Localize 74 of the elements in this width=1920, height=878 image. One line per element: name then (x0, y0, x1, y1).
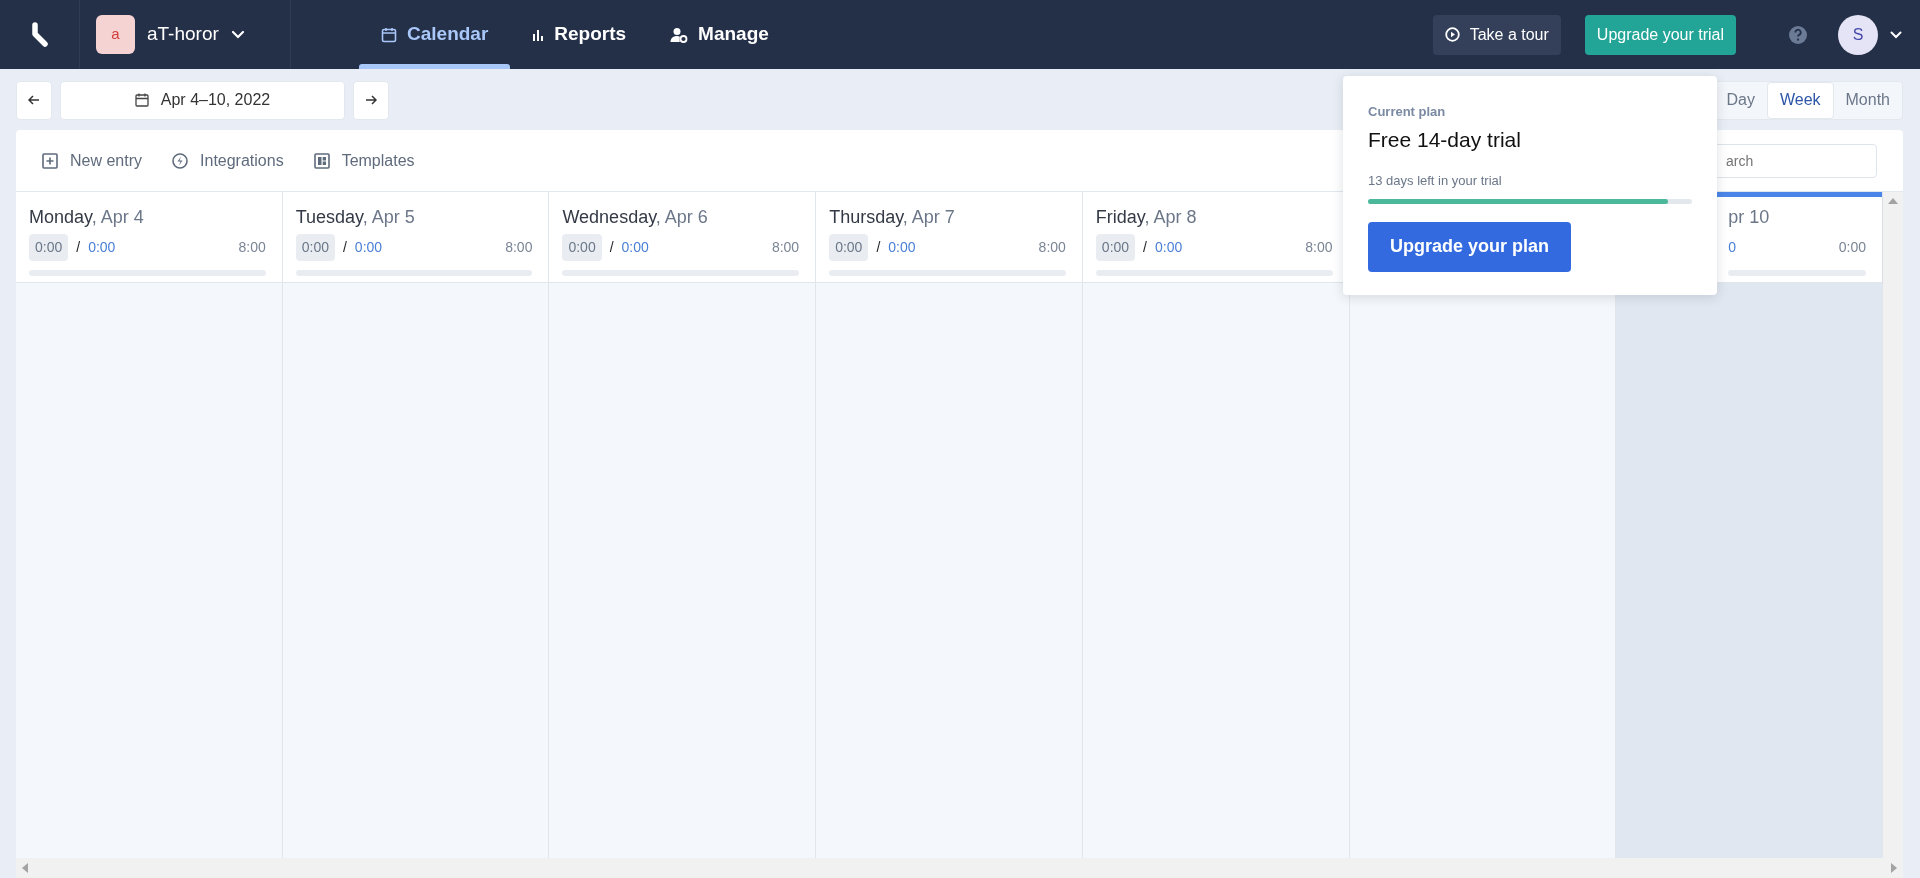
play-circle-icon (1444, 27, 1460, 42)
day-title: Thursday, Apr 7 (829, 206, 956, 228)
planned-time[interactable]: 0:00 (354, 236, 383, 258)
day-column-body[interactable] (1082, 283, 1349, 858)
planned-time[interactable]: 0:00 (888, 236, 916, 258)
layout-icon (313, 152, 330, 169)
planned-time[interactable]: 0:00 (621, 236, 649, 258)
logged-time: 0:00 (829, 233, 869, 261)
capacity-time: 0:00 (1838, 237, 1866, 257)
view-tab[interactable]: Week (1766, 81, 1834, 119)
calendar-icon (381, 26, 397, 43)
toolbar-button[interactable]: New entry (42, 148, 143, 173)
logged-time: 0:00 (29, 233, 69, 261)
separator-slash: / (76, 237, 81, 257)
plan-title: Free 14-day trial (1368, 126, 1522, 153)
arrow-left-icon (28, 95, 40, 105)
day-column-body[interactable] (282, 283, 549, 858)
day-column-body[interactable] (816, 283, 1082, 858)
upgrade-plan-button[interactable]: Upgrade your plan (1368, 221, 1572, 272)
vertical-scrollbar[interactable] (1883, 192, 1903, 858)
scroll-left-icon (22, 863, 28, 873)
day-title: Tuesday, Apr 5 (295, 206, 416, 228)
day-column-body[interactable] (16, 283, 282, 858)
logged-time: 0:00 (1095, 233, 1136, 261)
nav-tab[interactable]: Manage (648, 0, 791, 69)
workspace-avatar: a (96, 15, 135, 54)
trial-remaining-text: 13 days left in your trial (1368, 172, 1503, 190)
tour-button[interactable]: Take a tour (1432, 14, 1561, 55)
previous-week-button[interactable] (16, 80, 52, 120)
horizontal-scrollbar[interactable] (16, 858, 1903, 878)
calendar-icon (134, 93, 149, 107)
logo-icon[interactable] (31, 21, 48, 48)
toolbar-button[interactable]: Integrations (172, 148, 284, 173)
nav-tab[interactable]: Calendar (359, 0, 511, 69)
separator-slash: / (876, 237, 881, 257)
day-title: Wednesday, Apr 6 (562, 206, 709, 228)
view-tab[interactable]: Day (1714, 81, 1767, 119)
capacity-time: 8:00 (505, 237, 533, 257)
user-gear-icon (670, 26, 689, 43)
separator-slash: / (1143, 237, 1147, 257)
scroll-up-icon (1888, 198, 1898, 204)
day-column-body[interactable] (1616, 283, 1882, 858)
view-tab[interactable]: Month (1833, 81, 1902, 119)
day-title: Friday, Apr 8 (1095, 206, 1198, 228)
separator-slash: / (342, 237, 347, 257)
capacity-time: 8:00 (771, 237, 800, 257)
capacity-time: 8:00 (1305, 237, 1333, 257)
user-avatar[interactable]: S (1838, 14, 1878, 55)
day-title: pr 10 (1728, 206, 1771, 228)
plus-square-icon (42, 152, 58, 169)
help-icon[interactable] (1788, 24, 1808, 45)
capacity-time: 8:00 (238, 237, 266, 257)
nav-tab[interactable]: Reports (510, 0, 649, 69)
toolbar-button[interactable]: Templates (313, 148, 415, 173)
day-title: Monday, Apr 4 (29, 206, 145, 228)
day-column-body[interactable] (549, 283, 816, 858)
planned-time[interactable]: 0:00 (1155, 236, 1183, 258)
bolt-icon (172, 152, 189, 169)
upgrade-trial-button[interactable]: Upgrade your trial (1584, 14, 1736, 55)
workspace-name[interactable]: aT-horor (147, 20, 219, 49)
arrow-right-icon (365, 95, 377, 105)
logged-time: 0:00 (562, 233, 602, 261)
chevron-down-icon[interactable] (1890, 30, 1902, 39)
next-week-button[interactable] (353, 80, 389, 120)
separator-slash: / (609, 237, 614, 257)
scroll-right-icon (1891, 863, 1897, 873)
capacity-time: 8:00 (1038, 237, 1066, 257)
planned-time[interactable]: 0:00 (88, 236, 116, 258)
date-range-picker[interactable]: Apr 4–10, 2022 (60, 80, 345, 120)
chevron-down-icon[interactable] (230, 29, 245, 40)
planned-time[interactable]: 0 (1728, 236, 1737, 258)
bar-chart-icon (532, 28, 545, 41)
plan-caption: Current plan (1368, 103, 1447, 121)
logged-time: 0:00 (295, 233, 335, 261)
